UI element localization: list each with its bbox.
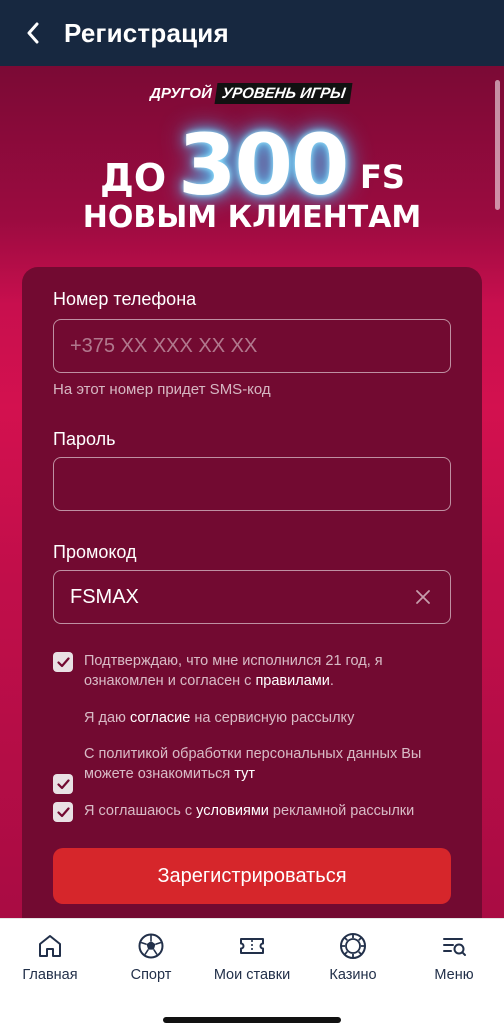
ticket-icon xyxy=(240,938,264,954)
promo-tag: ДРУГОЙ УРОВЕНЬ ИГРЫ xyxy=(146,82,353,104)
consent-age-text-start: Подтверждаю, что мне исполнился 21 год, … xyxy=(84,653,383,689)
promo-tag-part2: УРОВЕНЬ ИГРЫ xyxy=(214,82,353,104)
registration-form: Номер телефона +375 XX XXX XX XX На этот… xyxy=(22,267,482,918)
password-label: Пароль xyxy=(53,429,116,449)
rules-link[interactable]: правилами xyxy=(255,673,329,689)
clear-icon[interactable] xyxy=(414,588,432,606)
tab-casino[interactable]: Казино xyxy=(303,931,403,993)
consent-ads-checkbox[interactable] xyxy=(53,802,73,822)
register-button[interactable]: Зарегистрироваться xyxy=(53,848,451,904)
consent-ads-text-end: рекламной рассылки xyxy=(268,803,415,819)
tab-home[interactable]: Главная xyxy=(0,931,100,993)
tab-sport[interactable]: Спорт xyxy=(101,931,201,993)
promo-headline: ДО 300 FS xyxy=(0,114,504,214)
chevron-left-icon xyxy=(27,22,39,44)
consent-mail-text-end: на сервисную рассылку xyxy=(190,710,355,726)
promocode-label: Промокод xyxy=(53,542,137,562)
casino-chip-icon xyxy=(340,933,366,959)
tab-sport-label: Спорт xyxy=(130,967,172,983)
promocode-value: FSMAX xyxy=(70,585,139,608)
promo-subtitle: НОВЫМ КЛИЕНТАМ xyxy=(82,200,422,235)
checkmark-icon xyxy=(56,656,70,667)
consent-link[interactable]: согласие xyxy=(130,710,190,726)
privacy-text: С политикой обработки персональных данны… xyxy=(84,744,434,784)
phone-placeholder: +375 XX XXX XX XX xyxy=(70,334,258,357)
consent-age-text: Подтверждаю, что мне исполнился 21 год, … xyxy=(84,651,434,691)
phone-hint: На этот номер придет SMS-код xyxy=(53,381,271,398)
consent-age-text-end: . xyxy=(329,673,334,689)
consent-mail-text: Я даю согласие на сервисную рассылку xyxy=(84,708,434,728)
promocode-input[interactable]: FSMAX xyxy=(53,570,451,624)
tab-menu-label: Меню xyxy=(434,967,474,983)
registration-content[interactable]: ДРУГОЙ УРОВЕНЬ ИГРЫ ДО 300 FS НОВЫМ КЛИЕ… xyxy=(0,66,504,918)
password-input[interactable] xyxy=(53,457,451,511)
checkmark-icon xyxy=(56,778,70,789)
consent-ads-text: Я соглашаюсь с условиями рекламной рассы… xyxy=(84,801,434,821)
promo-prefix: ДО xyxy=(100,156,167,200)
back-button[interactable] xyxy=(20,20,46,46)
tab-my-bets[interactable]: Мои ставки xyxy=(202,931,302,993)
tab-my-bets-label: Мои ставки xyxy=(213,967,291,983)
checkmark-icon xyxy=(56,806,70,817)
soccer-ball-icon xyxy=(138,933,164,959)
promo-unit: FS xyxy=(360,158,405,196)
promo-banner: ДРУГОЙ УРОВЕНЬ ИГРЫ ДО 300 FS НОВЫМ КЛИЕ… xyxy=(0,66,504,256)
phone-input[interactable]: +375 XX XXX XX XX xyxy=(53,319,451,373)
conditions-link[interactable]: условиями xyxy=(196,803,269,819)
tab-casino-label: Казино xyxy=(329,967,377,983)
consent-mail-text-start: Я даю xyxy=(84,710,130,726)
header-bar: Регистрация xyxy=(0,0,504,66)
consent-mail-checkbox[interactable] xyxy=(53,774,73,794)
consent-ads-text-start: Я соглашаюсь с xyxy=(84,803,197,819)
page-title: Регистрация xyxy=(64,17,229,48)
privacy-link[interactable]: тут xyxy=(234,766,255,782)
home-indicator[interactable] xyxy=(163,1017,341,1023)
tab-home-label: Главная xyxy=(22,967,78,983)
promo-tag-part1: ДРУГОЙ xyxy=(150,84,212,102)
home-icon xyxy=(39,935,61,957)
tab-menu[interactable]: Меню xyxy=(404,931,504,993)
consent-age-checkbox[interactable] xyxy=(53,652,73,672)
menu-search-icon xyxy=(443,938,466,956)
phone-label: Номер телефона xyxy=(53,289,197,309)
